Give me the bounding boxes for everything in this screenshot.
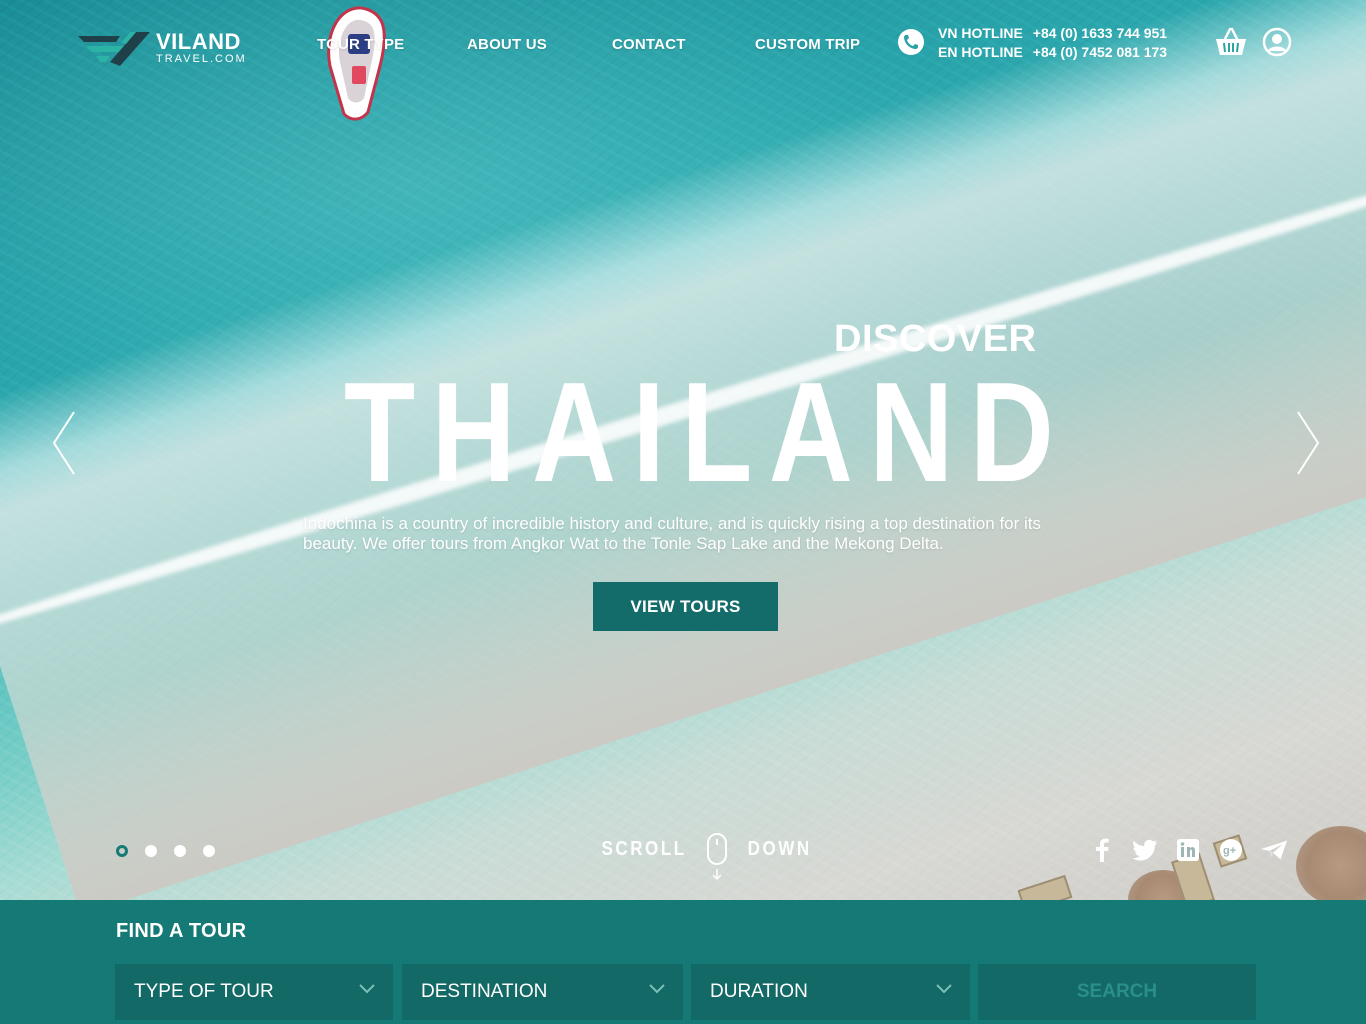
prev-slide-arrow[interactable] [50,410,78,476]
type-of-tour-label: TYPE OF TOUR [134,981,274,1002]
search-button[interactable]: SEARCH [978,964,1256,1020]
cart-icon[interactable] [1214,27,1248,57]
duration-select[interactable]: DURATION [691,964,970,1020]
destination-select[interactable]: DESTINATION [402,964,683,1020]
vn-hotline-label: VN HOTLINE [938,25,1023,41]
social-links: g+ [1088,836,1303,864]
slide-dot-4[interactable] [203,845,215,857]
facebook-icon[interactable] [1088,836,1116,864]
twitter-icon[interactable] [1131,836,1159,864]
mouse-icon [707,833,728,881]
slide-pagination [116,845,232,857]
chevron-down-icon [936,984,952,994]
chevron-down-icon [359,984,375,994]
type-of-tour-select[interactable]: TYPE OF TOUR [115,964,393,1020]
hero-headline: THAILAND [344,353,1071,512]
nav-tour-type[interactable]: TOUR TYPE [317,36,404,53]
en-hotline-number[interactable]: +84 (0) 7452 081 173 [1033,44,1167,60]
google-plus-icon[interactable]: g+ [1217,836,1245,864]
hero-description: Indochina is a country of incredible his… [303,514,1042,553]
scroll-down-indicator[interactable]: SCROLL DOWN [594,832,818,882]
logo-subtitle: TRAVEL.COM [156,53,247,65]
viland-logo[interactable]: VILAND TRAVEL.COM [76,28,261,68]
scroll-label: SCROLL [601,838,687,860]
duration-label: DURATION [710,981,808,1002]
down-label: DOWN [747,838,812,860]
chevron-down-icon [649,984,665,994]
find-a-tour-panel: FIND A TOUR TYPE OF TOUR DESTINATION DUR… [0,900,1366,1024]
linkedin-icon[interactable] [1174,836,1202,864]
nav-contact[interactable]: CONTACT [612,36,686,53]
logo-mark-icon [78,32,150,66]
find-a-tour-title: FIND A TOUR [116,920,247,942]
boat-image [327,6,386,121]
logo-name: VILAND [156,29,241,54]
en-hotline[interactable]: EN HOTLINE +84 (0) 7452 081 173 [938,44,1167,60]
nav-custom-trip[interactable]: CUSTOM TRIP [755,36,860,53]
slide-dot-3[interactable] [174,845,186,857]
en-hotline-label: EN HOTLINE [938,44,1023,60]
next-slide-arrow[interactable] [1294,410,1322,476]
destination-label: DESTINATION [421,981,548,1002]
slide-dot-2[interactable] [145,845,157,857]
view-tours-button[interactable]: VIEW TOURS [593,582,778,631]
vn-hotline[interactable]: VN HOTLINE +84 (0) 1633 744 951 [938,25,1167,41]
nav-about-us[interactable]: ABOUT US [467,36,547,53]
phone-icon [898,29,924,55]
user-icon[interactable] [1262,27,1292,57]
vn-hotline-number[interactable]: +84 (0) 1633 744 951 [1033,25,1167,41]
svg-text:g+: g+ [1223,845,1236,857]
slide-dot-1[interactable] [116,845,128,857]
telegram-icon[interactable] [1260,836,1288,864]
